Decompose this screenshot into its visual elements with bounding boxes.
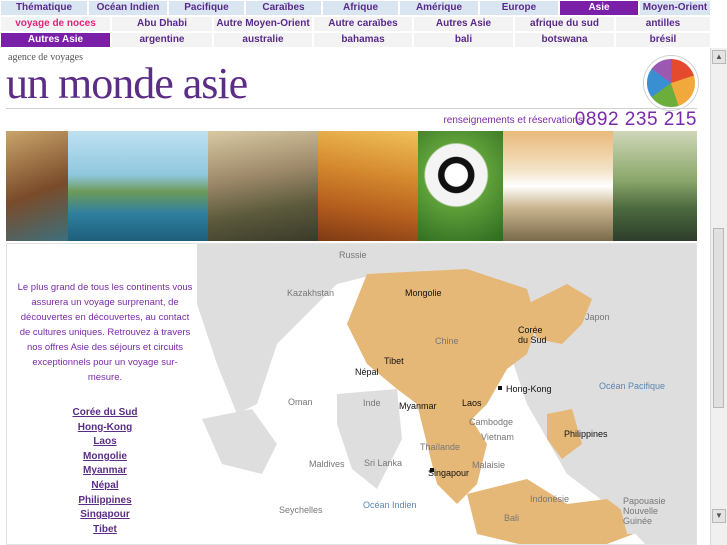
nav-row-sub2: Autres Asie argentine australie bahamas … <box>0 32 711 48</box>
destination-link-mongolie[interactable]: Mongolie <box>27 450 183 465</box>
nav-tab-ocean-indien[interactable]: Océan Indien <box>88 0 168 16</box>
banner-photo-panda <box>418 131 503 241</box>
nav-link-autres-asie[interactable]: Autres Asie <box>413 16 514 32</box>
nav-tab-afrique[interactable]: Afrique <box>322 0 399 16</box>
nav-link-autre-moyen-orient[interactable]: Autre Moyen-Orient <box>213 16 313 32</box>
top-navigation: Thématique Océan Indien Pacifique Caraïb… <box>0 0 711 48</box>
map-label-chine: Chine <box>435 336 459 346</box>
nav-tab-caraibes[interactable]: Caraïbes <box>245 0 322 16</box>
map-label-mongolie[interactable]: Mongolie <box>405 288 442 298</box>
map-label-tibet[interactable]: Tibet <box>384 356 404 366</box>
map-label-laos[interactable]: Laos <box>462 398 482 408</box>
nav-link-abu-dhabi[interactable]: Abu Dhabi <box>111 16 213 32</box>
map-label-vietnam: Vietnam <box>481 432 514 442</box>
nav-link-bahamas[interactable]: bahamas <box>313 32 413 48</box>
phone-number: 0892 235 215 <box>574 109 697 130</box>
nav-link-argentine[interactable]: argentine <box>111 32 213 48</box>
scroll-down-arrow-icon[interactable]: ▼ <box>712 509 726 523</box>
destination-link-nepal[interactable]: Népal <box>27 479 183 494</box>
arabia-land <box>202 409 277 474</box>
hong-kong-marker <box>498 386 502 390</box>
map-label-philippines[interactable]: Philippines <box>564 429 608 439</box>
banner-photo-elephant <box>208 131 318 241</box>
map-label-nepal[interactable]: Népal <box>355 367 379 377</box>
nav-link-bresil[interactable]: brésil <box>615 32 711 48</box>
destination-link-singapour[interactable]: Singapour <box>27 508 183 523</box>
map-label-malaisie: Malaisie <box>472 460 506 470</box>
map-label-kazakhstan: Kazakhstan <box>287 288 335 298</box>
destination-links: Corée du Sud Hong-Kong Laos Mongolie Mya… <box>27 406 183 537</box>
asia-map-section: Le plus grand de tous les continents vou… <box>6 243 697 545</box>
nav-tab-thematique[interactable]: Thématique <box>0 0 88 16</box>
map-label-myanmar[interactable]: Myanmar <box>399 401 437 411</box>
banner-photo-river-boat <box>613 131 697 241</box>
nav-link-antilles[interactable]: antilles <box>615 16 711 32</box>
nav-tab-asie[interactable]: Asie <box>559 0 639 16</box>
map-label-inde: Inde <box>363 398 381 408</box>
nav-link-bali[interactable]: bali <box>413 32 514 48</box>
vertical-scrollbar[interactable]: ▲ ▼ <box>710 48 727 545</box>
destination-link-tibet[interactable]: Tibet <box>27 523 183 538</box>
nav-link-afrique-du-sud[interactable]: afrique du sud <box>514 16 615 32</box>
nav-row-regions: Thématique Océan Indien Pacifique Caraïb… <box>0 0 711 16</box>
phone-label: renseignements et réservations <box>443 115 583 126</box>
nav-link-autres-asie-active[interactable]: Autres Asie <box>0 32 111 48</box>
destination-link-coree-du-sud[interactable]: Corée du Sud <box>27 406 183 421</box>
map-label-russie: Russie <box>339 250 367 260</box>
map-label-thailande: Thaïlande <box>420 442 461 452</box>
map-label-maldives: Maldives <box>309 459 345 469</box>
scroll-up-arrow-icon[interactable]: ▲ <box>712 50 726 64</box>
map-label-hong-kong[interactable]: Hong-Kong <box>506 384 552 394</box>
nav-link-autre-caraibes[interactable]: Autre caraïbes <box>313 16 413 32</box>
intro-text: Le plus grand de tous les continents vou… <box>17 282 193 383</box>
map-label-seychelles: Seychelles <box>279 505 323 515</box>
destination-link-laos[interactable]: Laos <box>27 435 183 450</box>
banner-photo-taj-mahal <box>503 131 613 241</box>
map-label-indonesie: Indonésie <box>530 494 570 504</box>
photo-banner <box>6 131 697 241</box>
nav-tab-europe[interactable]: Europe <box>479 0 559 16</box>
map-label-oman: Oman <box>288 397 313 407</box>
map-label-bali: Bali <box>504 513 520 523</box>
scrollbar-thumb[interactable] <box>713 228 724 408</box>
banner-photo-spa <box>6 131 68 241</box>
map-label-sri-lanka: Sri Lanka <box>364 458 403 468</box>
nav-tab-moyen-orient[interactable]: Moyen-Orient <box>639 0 711 16</box>
map-label-coree[interactable]: Corée du Sud <box>518 325 548 345</box>
destination-link-philippines[interactable]: Philippines <box>27 494 183 509</box>
site-header: agence de voyages un monde asie <box>6 50 706 110</box>
nav-link-australie[interactable]: australie <box>213 32 313 48</box>
map-label-singapour[interactable]: Singapour <box>428 468 469 478</box>
banner-photo-lagoon <box>68 131 208 241</box>
destination-link-myanmar[interactable]: Myanmar <box>27 464 183 479</box>
nav-link-botswana[interactable]: botswana <box>514 32 615 48</box>
map-label-ocean-indien: Océan Indien <box>363 500 417 510</box>
nav-tab-amerique[interactable]: Amérique <box>399 0 479 16</box>
globe-logo-icon <box>644 56 698 110</box>
map-label-papouasie: Papouasie Nouvelle Guinée <box>623 496 666 526</box>
nav-link-voyage-de-noces[interactable]: voyage de noces <box>0 16 111 32</box>
map-label-ocean-pacifique: Océan Pacifique <box>599 381 666 391</box>
nav-row-sub1: voyage de noces Abu Dhabi Autre Moyen-Or… <box>0 16 711 32</box>
destination-link-hong-kong[interactable]: Hong-Kong <box>27 421 183 436</box>
contact-bar: renseignements et réservations 0892 235 … <box>6 108 697 132</box>
map-label-cambodge: Cambodge <box>469 417 514 427</box>
site-logo[interactable]: un monde asie <box>6 58 248 109</box>
map-label-japon: Japon <box>585 312 610 322</box>
nav-tab-pacifique[interactable]: Pacifique <box>168 0 245 16</box>
banner-photo-temple <box>318 131 418 241</box>
